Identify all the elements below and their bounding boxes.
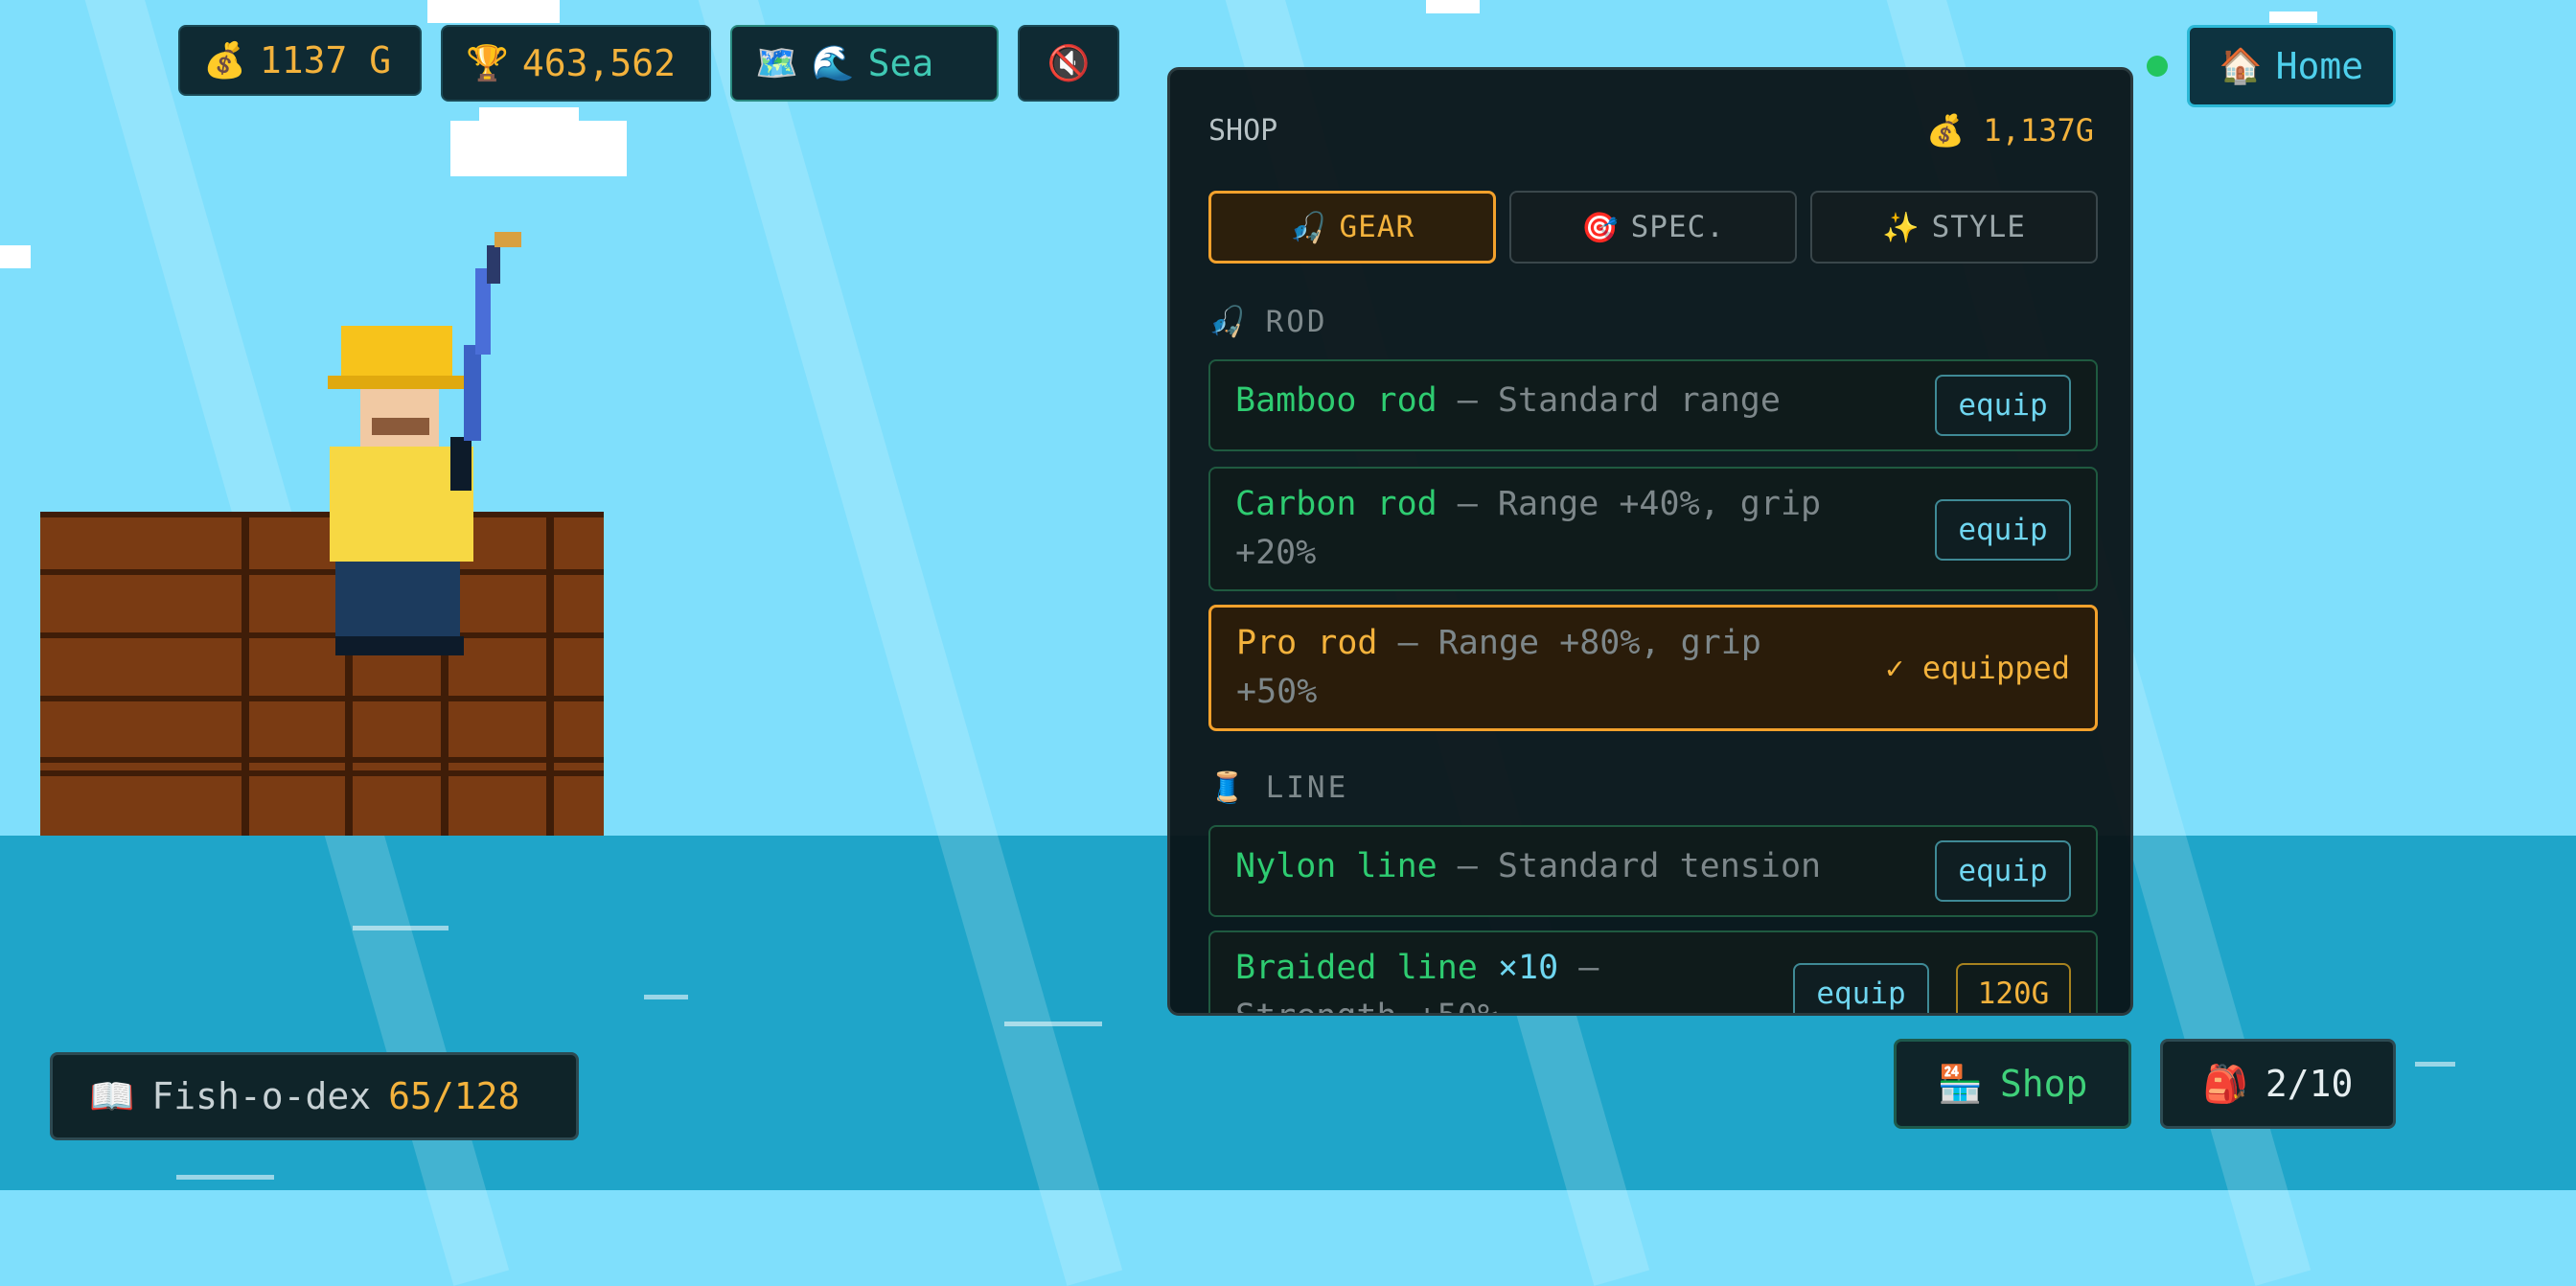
cloud (479, 107, 579, 126)
equip-button[interactable]: equip (1935, 375, 2071, 436)
equipped-status: ✓ equipped (1885, 650, 2070, 686)
map-icon: 🗺️ (755, 44, 798, 83)
section-line-header: 🧵 LINE (1208, 769, 1349, 806)
inventory-button[interactable]: 🎒 2/10 (2160, 1039, 2396, 1129)
shop-panel: SHOP 💰 1,137G 🎣 GEAR 🎯 SPEC. ✨ STYLE 🎣 R… (1167, 67, 2133, 1016)
shop-item-bamboo-rod: Bamboo rod — Standard range equip (1208, 359, 2098, 451)
shop-item-nylon-line: Nylon line — Standard tension equip (1208, 825, 2098, 917)
shop-counter-icon: 🏪 (1937, 1062, 1983, 1105)
equip-button[interactable]: equip (1935, 840, 2071, 902)
cloud (450, 121, 627, 176)
wave-icon: 🌊 (811, 44, 855, 83)
wave (1004, 1022, 1102, 1026)
equip-button[interactable]: equip (1935, 499, 2071, 561)
thread-spool-icon: 🧵 (1208, 770, 1249, 805)
dex-label: Fish-o-dex (151, 1075, 372, 1117)
trophy-icon: 🏆 (466, 44, 509, 83)
wave (644, 995, 688, 999)
cloud (427, 0, 560, 23)
score-counter: 🏆 463,562 (441, 25, 711, 102)
item-name: Braided line (1235, 949, 1478, 987)
item-name: Nylon line (1235, 847, 1438, 885)
fish-o-dex-button[interactable]: 📖 Fish-o-dex 65/128 (50, 1052, 579, 1140)
tab-spec[interactable]: 🎯 SPEC. (1509, 191, 1797, 264)
location-label: Sea (867, 42, 934, 84)
wave (176, 1175, 274, 1180)
item-desc: — Standard tension (1437, 847, 1822, 885)
wooden-pier (40, 512, 604, 836)
shop-money: 💰 1,137G (1926, 112, 2094, 149)
money-bag-icon: 💰 (1926, 112, 1984, 149)
shop-title: SHOP (1208, 114, 1278, 148)
home-label: Home (2275, 45, 2364, 87)
inventory-count: 2/10 (2265, 1063, 2354, 1105)
cloud (1426, 0, 1480, 13)
shop-item-braided-line: Braided line ×10 — Strength +50% equip 1… (1208, 930, 2098, 1013)
gold-value: 1137 G (259, 39, 392, 81)
shop-item-carbon-rod: Carbon rod — Range +40%, grip +20% equip (1208, 467, 2098, 591)
shop-label: Shop (1999, 1063, 2088, 1105)
speaker-muted-icon: 🔇 (1046, 44, 1091, 83)
cloud (2269, 11, 2317, 23)
item-desc: — Standard range (1437, 381, 1781, 420)
section-rod-header: 🎣 ROD (1208, 304, 1328, 340)
cloud (0, 245, 31, 268)
item-name: Pro rod (1236, 624, 1378, 662)
target-icon: 🎯 (1581, 210, 1620, 245)
fishing-pole-icon: 🎣 (1289, 210, 1328, 245)
backpack-icon: 🎒 (2202, 1062, 2248, 1105)
score-value: 463,562 (521, 42, 676, 84)
equip-button[interactable]: equip (1793, 963, 1929, 1013)
sound-button[interactable]: 🔇 (1018, 25, 1119, 102)
money-bag-icon: 💰 (203, 41, 246, 80)
tab-gear[interactable]: 🎣 GEAR (1208, 191, 1496, 264)
open-book-icon: 📖 (89, 1074, 135, 1117)
fishing-pole-icon: 🎣 (1208, 305, 1249, 339)
location-button[interactable]: 🗺️ 🌊 Sea (730, 25, 999, 102)
item-name: Bamboo rod (1235, 381, 1438, 420)
tab-style[interactable]: ✨ STYLE (1810, 191, 2098, 264)
price-tag[interactable]: 120G (1956, 963, 2071, 1013)
dex-count: 65/128 (388, 1075, 520, 1117)
item-name: Carbon rod (1235, 485, 1438, 523)
wave (353, 926, 448, 930)
home-button[interactable]: 🏠 Home (2187, 25, 2396, 107)
item-quantity: ×10 (1497, 949, 1559, 987)
gold-counter: 💰 1137 G (178, 25, 422, 96)
wave (2415, 1062, 2455, 1067)
house-icon: 🏠 (2219, 47, 2263, 86)
status-dot (2147, 56, 2168, 77)
shop-button[interactable]: 🏪 Shop (1894, 1039, 2131, 1129)
sparkles-icon: ✨ (1882, 210, 1920, 245)
shop-item-pro-rod: Pro rod — Range +80%, grip +50% ✓ equipp… (1208, 605, 2098, 731)
